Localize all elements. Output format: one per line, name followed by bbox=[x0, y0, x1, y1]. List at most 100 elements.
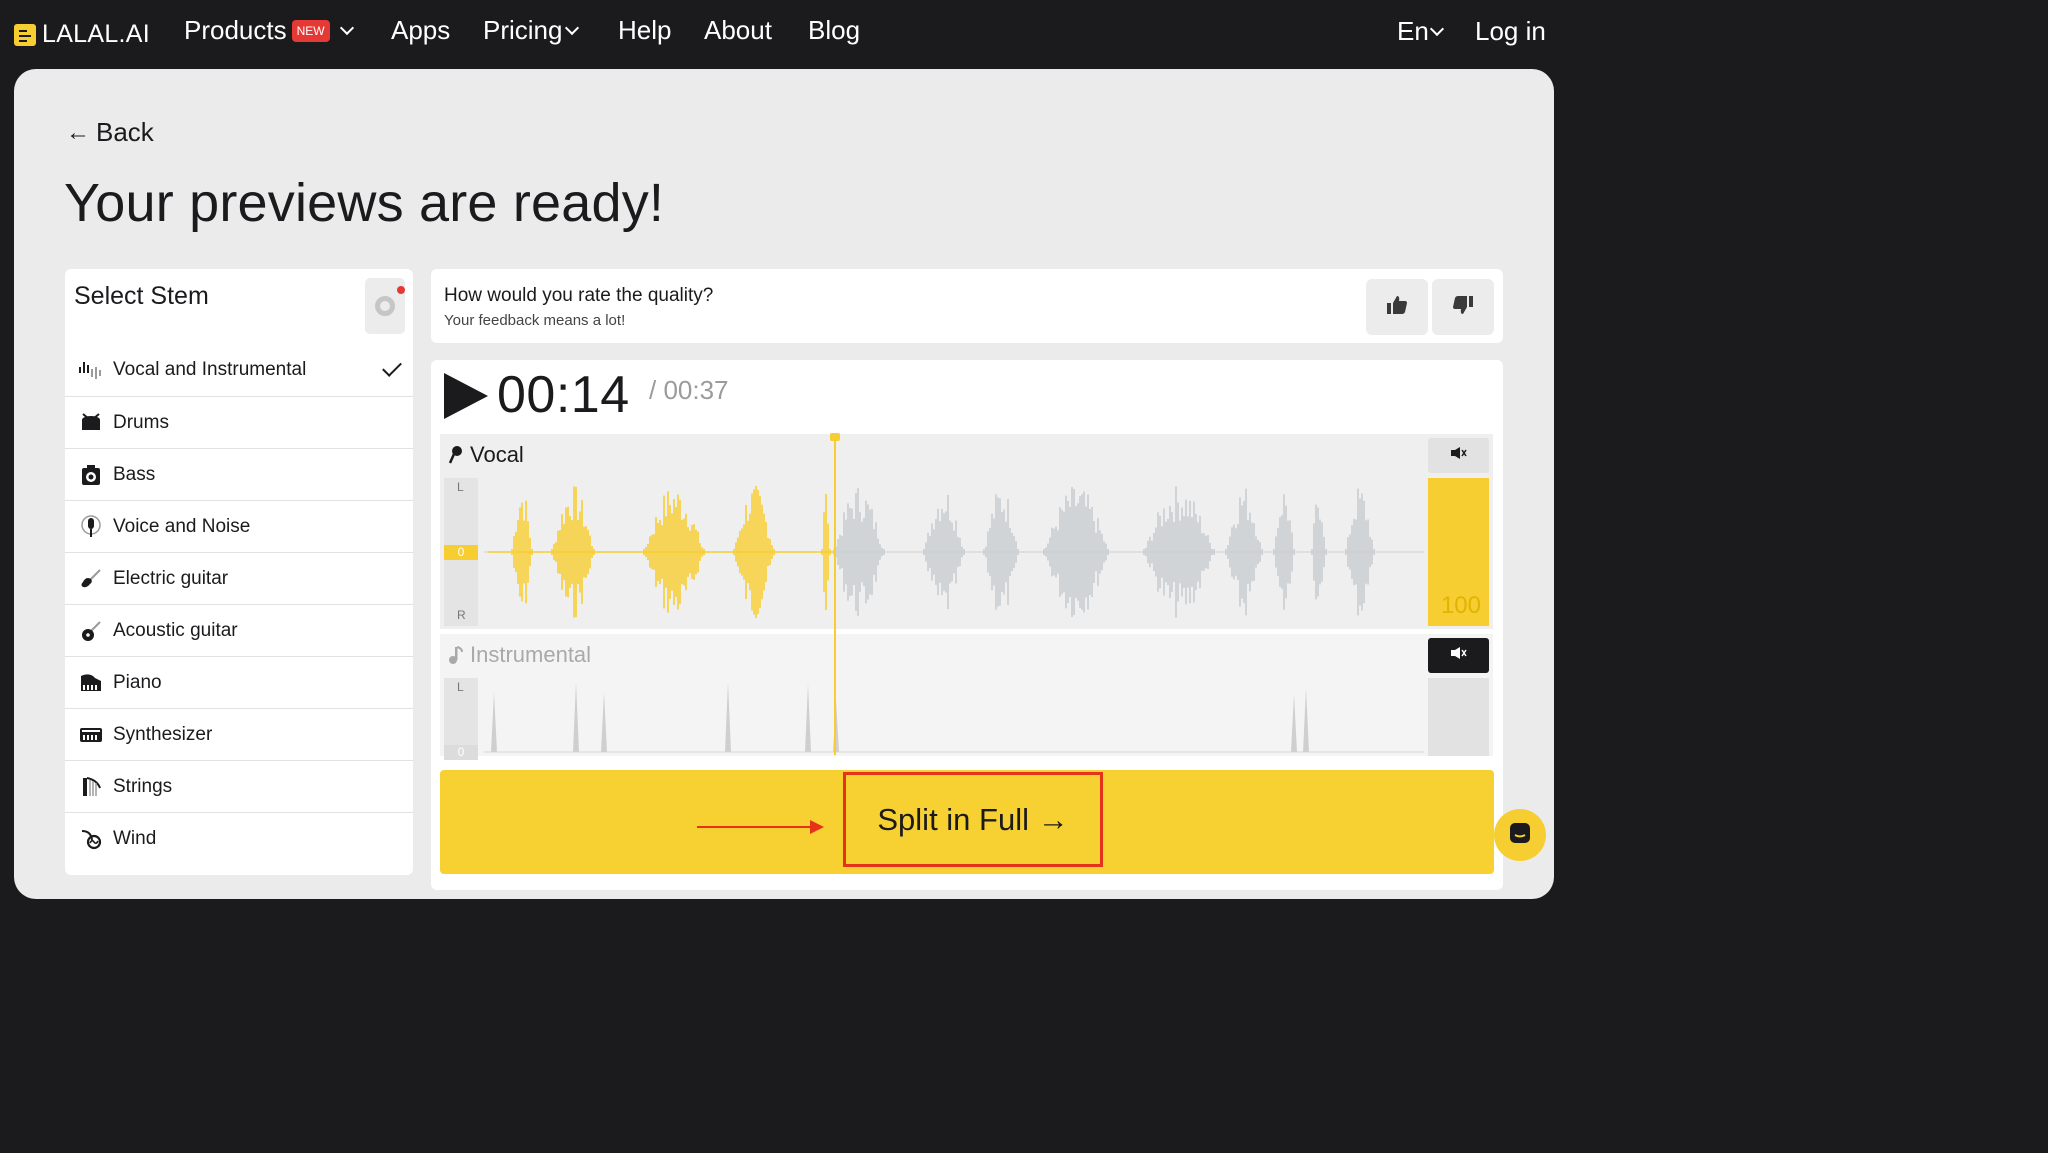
settings-button[interactable] bbox=[365, 278, 405, 334]
feedback-card: How would you rate the quality? Your fee… bbox=[431, 269, 1503, 343]
main-panel: ← Back Your previews are ready! Select S… bbox=[14, 69, 1554, 899]
stem-item-acoustic-guitar[interactable]: Acoustic guitar bbox=[65, 604, 413, 656]
microphone-icon bbox=[78, 514, 104, 539]
stem-label: Vocal and Instrumental bbox=[113, 359, 307, 380]
track-vocal: Vocal L 0 R 100 bbox=[440, 434, 1493, 629]
cta-bar: Split in Full → bbox=[440, 770, 1494, 874]
nav-about-label: About bbox=[704, 15, 772, 45]
thumbs-down-icon bbox=[1452, 295, 1474, 320]
stem-list-heading: Select Stem bbox=[74, 282, 209, 310]
chevron-down-icon bbox=[1429, 21, 1444, 36]
thumbs-up-button[interactable] bbox=[1366, 279, 1428, 335]
login-label: Log in bbox=[1475, 16, 1546, 46]
page-title: Your previews are ready! bbox=[64, 173, 665, 233]
pan-control[interactable]: L 0 bbox=[444, 678, 478, 760]
chat-button[interactable] bbox=[1494, 809, 1546, 861]
mute-button[interactable] bbox=[1428, 638, 1489, 673]
annotation-arrow-head bbox=[810, 820, 824, 834]
total-duration: / 00:37 bbox=[649, 375, 729, 405]
speaker-mute-icon bbox=[1450, 646, 1468, 665]
logo[interactable]: LALAL.AI bbox=[14, 20, 150, 49]
pan-zero-marker: 0 bbox=[444, 545, 478, 560]
thumbs-up-icon bbox=[1386, 295, 1408, 320]
volume-slider[interactable]: 100 bbox=[1428, 478, 1489, 626]
microphone-icon bbox=[448, 445, 464, 465]
nav-blog-label: Blog bbox=[808, 15, 861, 45]
piano-icon bbox=[78, 671, 104, 695]
pan-right-label: R bbox=[457, 608, 466, 622]
mute-button[interactable] bbox=[1428, 438, 1489, 473]
stem-item-electric-guitar[interactable]: Electric guitar bbox=[65, 552, 413, 604]
gear-icon bbox=[375, 296, 395, 316]
drum-icon bbox=[78, 411, 104, 435]
stem-list: Select Stem Vocal and Instrumental Drums… bbox=[65, 269, 413, 875]
current-time: 00:14 bbox=[497, 366, 630, 424]
pan-control[interactable]: L 0 R bbox=[444, 478, 478, 626]
stem-label: Bass bbox=[113, 463, 156, 485]
electric-guitar-icon bbox=[78, 567, 104, 591]
chevron-down-icon bbox=[565, 20, 580, 35]
nav-about[interactable]: About bbox=[704, 15, 772, 46]
music-note-icon bbox=[448, 645, 464, 665]
stem-item-vocal-instrumental[interactable]: Vocal and Instrumental bbox=[65, 344, 413, 396]
notification-dot bbox=[397, 286, 405, 294]
waveform-instrumental[interactable] bbox=[484, 678, 1424, 756]
synthesizer-icon bbox=[78, 723, 104, 747]
pan-zero-marker: 0 bbox=[444, 745, 478, 760]
volume-value: 100 bbox=[1440, 592, 1481, 619]
nav-pricing-label: Pricing bbox=[483, 15, 563, 45]
nav-pricing[interactable]: Pricing bbox=[483, 15, 580, 46]
track-instrumental: Instrumental L 0 bbox=[440, 634, 1493, 760]
thumbs-down-button[interactable] bbox=[1432, 279, 1494, 335]
pan-left-label: L bbox=[457, 680, 464, 694]
waveform-vocal[interactable] bbox=[484, 478, 1424, 626]
audio-player: 00:14 / 00:37 Vocal L 0 R 100 Instrument… bbox=[431, 360, 1503, 890]
stem-label: Electric guitar bbox=[113, 567, 229, 589]
stem-label: Piano bbox=[113, 671, 162, 693]
track-name: Instrumental bbox=[470, 642, 592, 667]
new-badge: NEW bbox=[291, 20, 330, 42]
stem-label: Voice and Noise bbox=[113, 515, 251, 537]
stem-item-bass[interactable]: Bass bbox=[65, 448, 413, 500]
harp-icon bbox=[78, 775, 104, 799]
nav-apps-label: Apps bbox=[391, 15, 451, 45]
nav-products[interactable]: Products NEW bbox=[184, 15, 354, 46]
bass-amp-icon bbox=[78, 463, 104, 487]
back-link[interactable]: ← Back bbox=[66, 117, 154, 148]
play-icon[interactable] bbox=[444, 373, 488, 419]
stem-item-strings[interactable]: Strings bbox=[65, 760, 413, 812]
stem-item-wind[interactable]: Wind bbox=[65, 812, 413, 864]
chevron-down-icon bbox=[339, 20, 354, 35]
chat-icon bbox=[1508, 821, 1532, 850]
nav-help[interactable]: Help bbox=[618, 15, 671, 46]
login-link[interactable]: Log in bbox=[1475, 16, 1546, 47]
horn-icon bbox=[78, 827, 104, 851]
language-label: En bbox=[1397, 16, 1429, 46]
stem-item-synthesizer[interactable]: Synthesizer bbox=[65, 708, 413, 760]
nav-products-label: Products bbox=[184, 15, 287, 45]
waveform-icon bbox=[78, 358, 104, 382]
top-nav: LALAL.AI Products NEW Apps Pricing Help … bbox=[0, 0, 1568, 68]
language-selector[interactable]: En bbox=[1397, 16, 1444, 47]
playhead[interactable] bbox=[834, 437, 836, 755]
stem-label: Synthesizer bbox=[113, 723, 213, 745]
split-in-full-button[interactable]: Split in Full → bbox=[843, 772, 1103, 867]
logo-text: LALAL.AI bbox=[42, 20, 151, 48]
track-name: Vocal bbox=[470, 442, 524, 467]
stem-label: Acoustic guitar bbox=[113, 619, 238, 641]
nav-blog[interactable]: Blog bbox=[808, 15, 860, 46]
playhead-handle[interactable] bbox=[830, 433, 840, 441]
pan-left-label: L bbox=[457, 480, 464, 494]
stem-label: Drums bbox=[113, 411, 169, 433]
nav-apps[interactable]: Apps bbox=[391, 15, 450, 46]
back-label: Back bbox=[96, 117, 154, 147]
annotation-arrow bbox=[697, 826, 815, 828]
feedback-question: How would you rate the quality? bbox=[444, 285, 714, 306]
feedback-subtext: Your feedback means a lot! bbox=[444, 312, 626, 329]
volume-slider[interactable] bbox=[1428, 678, 1489, 756]
stem-item-voice-noise[interactable]: Voice and Noise bbox=[65, 500, 413, 552]
stem-item-piano[interactable]: Piano bbox=[65, 656, 413, 708]
stem-label: Wind bbox=[113, 827, 157, 849]
stem-label: Strings bbox=[113, 775, 173, 797]
stem-item-drums[interactable]: Drums bbox=[65, 396, 413, 448]
